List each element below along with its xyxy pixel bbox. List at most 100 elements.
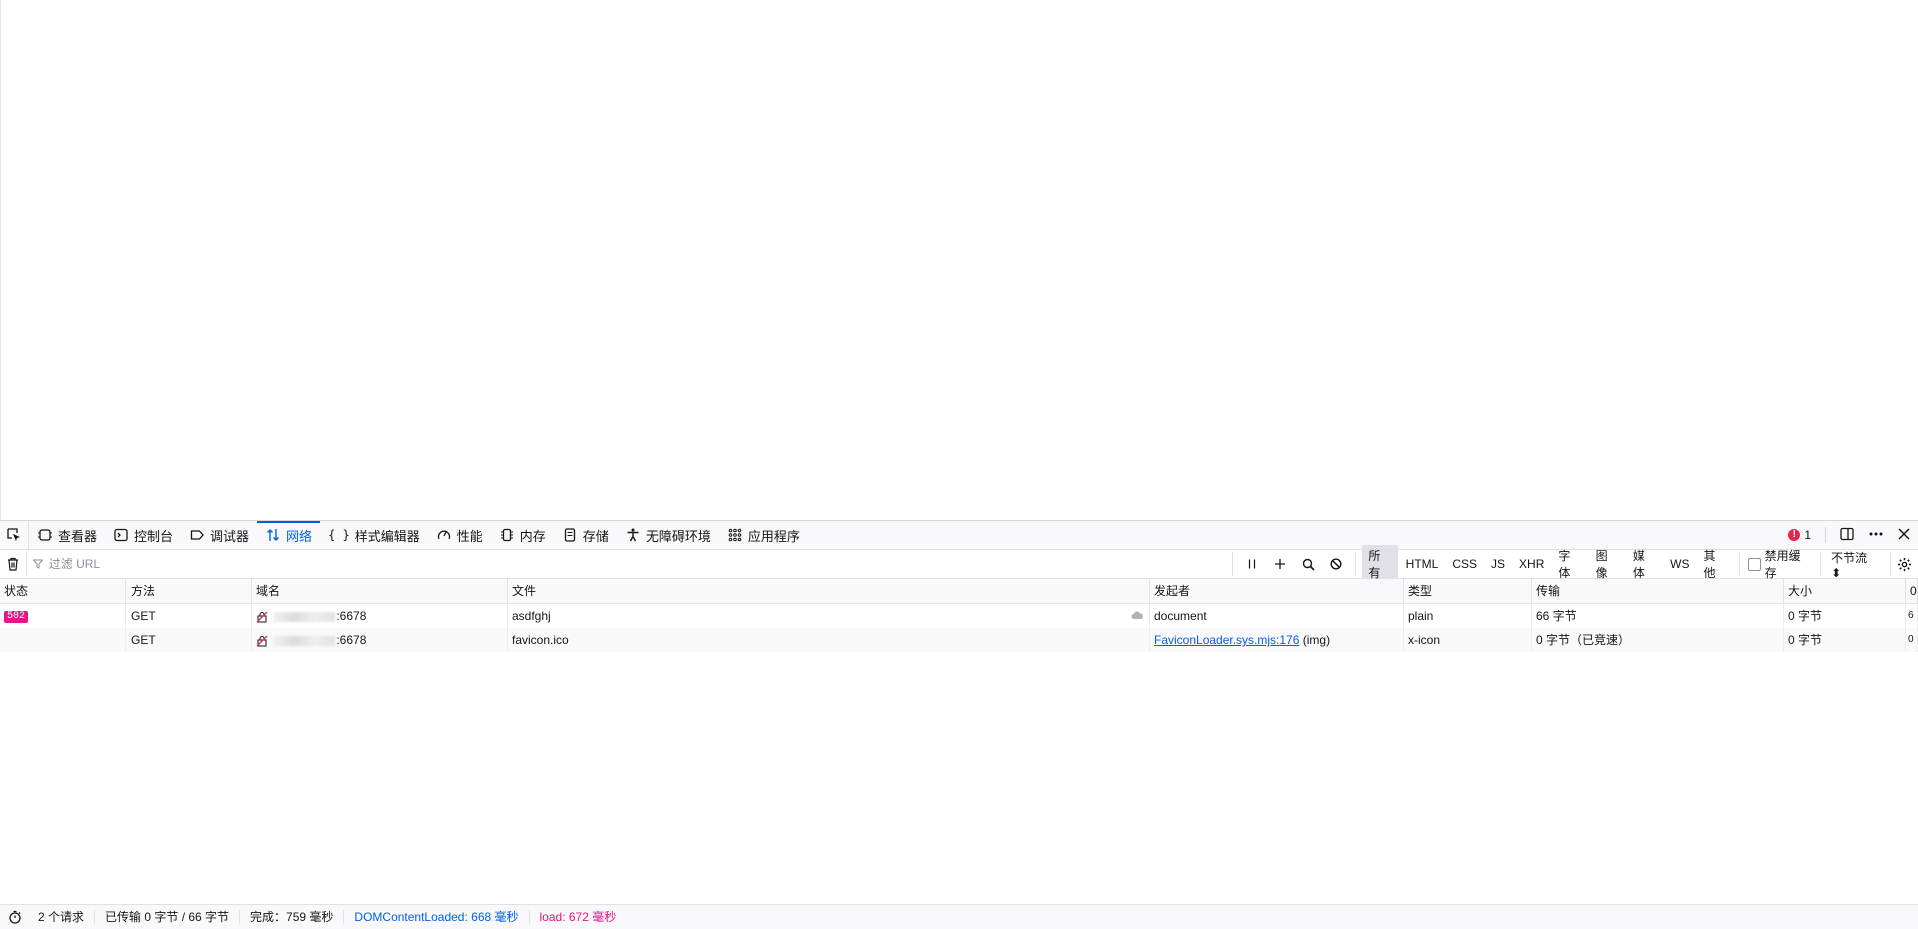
close-icon xyxy=(1898,527,1910,540)
tab-debugger[interactable]: 调试器 xyxy=(181,521,257,549)
initiator-cell: FaviconLoader.sys.mjs:176 (img) xyxy=(1150,628,1404,652)
domain-port: :6678 xyxy=(336,633,367,647)
tab-label: 控制台 xyxy=(134,528,174,544)
block-icon xyxy=(1330,558,1342,570)
tab-label: 样式编辑器 xyxy=(354,528,420,544)
element-picker-icon xyxy=(6,527,22,543)
file-name: asdfghj xyxy=(512,609,551,623)
more-icon xyxy=(1869,532,1883,535)
domcontentloaded-time: DOMContentLoaded: 668 毫秒 xyxy=(344,910,530,924)
request-table: 状态 方法 域名 文件 发起者 类型 传输 大小 0 502 GET :6678… xyxy=(0,579,1918,652)
load-time: load: 672 毫秒 xyxy=(539,910,617,924)
network-icon xyxy=(265,527,281,543)
tab-inspector[interactable]: 查看器 xyxy=(29,521,105,549)
element-picker-button[interactable] xyxy=(0,521,29,549)
page-viewport xyxy=(0,0,1918,520)
tab-label: 网络 xyxy=(286,528,313,544)
domain-cell: :6678 xyxy=(252,628,508,652)
network-actions xyxy=(1233,552,1357,576)
devtools-panel: 查看器 控制台 调试器 网络 { } 样式编辑器 性能 内存 存储 无障碍环境 … xyxy=(0,520,1918,929)
tab-performance[interactable]: 性能 xyxy=(428,521,491,549)
table-row[interactable]: 502 GET :6678 asdfghj document plain 66 … xyxy=(0,604,1918,628)
pause-icon xyxy=(1249,559,1256,569)
status-cell: 502 xyxy=(0,604,126,628)
tab-style-editor[interactable]: { } 样式编辑器 xyxy=(320,521,428,549)
block-button[interactable] xyxy=(1323,552,1349,576)
tab-network[interactable]: 网络 xyxy=(257,521,321,549)
table-row[interactable]: GET :6678 favicon.ico FaviconLoader.sys.… xyxy=(0,628,1918,652)
column-header-status[interactable]: 状态 xyxy=(0,579,126,603)
dock-options-button[interactable] xyxy=(1840,527,1854,544)
initiator-link[interactable]: FaviconLoader.sys.mjs:176 xyxy=(1154,633,1299,647)
disable-cache-checkbox[interactable] xyxy=(1747,557,1761,571)
transferred-cell: 0 字节（已竞速） xyxy=(1532,628,1784,652)
type-cell: x-icon xyxy=(1404,628,1532,652)
type-filter-media[interactable]: 媒体 xyxy=(1627,545,1662,583)
domain-port: :6678 xyxy=(336,609,367,623)
disable-cache-toggle[interactable]: 禁用缓存 xyxy=(1740,549,1822,580)
filter-box xyxy=(25,552,1234,576)
type-filter-all[interactable]: 所有 xyxy=(1362,545,1398,583)
status-badge: 502 xyxy=(4,610,29,623)
tab-label: 性能 xyxy=(456,528,483,544)
trash-icon xyxy=(7,557,18,571)
tabbar-right-controls: ! 1 xyxy=(1788,521,1918,549)
throttling-select[interactable]: 不节流 ⬍ xyxy=(1821,551,1892,580)
type-filter-xhr[interactable]: XHR xyxy=(1513,555,1550,573)
column-header-transferred[interactable]: 传输 xyxy=(1532,579,1784,603)
type-filter-images[interactable]: 图像 xyxy=(1590,545,1625,583)
gear-icon xyxy=(1897,557,1912,571)
pause-button[interactable] xyxy=(1239,552,1265,576)
size-cell: 0 字节 xyxy=(1784,604,1906,628)
tab-console[interactable]: 控制台 xyxy=(105,521,181,549)
tab-label: 查看器 xyxy=(58,528,98,544)
column-header-type[interactable]: 类型 xyxy=(1404,579,1532,603)
type-filter-other[interactable]: 其他 xyxy=(1697,545,1732,583)
type-filter-fonts[interactable]: 字体 xyxy=(1552,545,1587,583)
initiator-cause: (img) xyxy=(1299,633,1331,647)
file-cell: favicon.ico xyxy=(508,628,1150,652)
inspector-icon xyxy=(37,527,53,543)
tab-label: 调试器 xyxy=(210,528,250,544)
network-statusbar: 2 个请求 已传输 0 字节 / 66 字节 完成：759 毫秒 DOMCont… xyxy=(0,904,1918,929)
column-header-waterfall[interactable]: 0 xyxy=(1906,579,1918,603)
waterfall-cell: 6 xyxy=(1906,604,1918,628)
type-cell: plain xyxy=(1404,604,1532,628)
disable-cache-label: 禁用缓存 xyxy=(1764,549,1801,580)
search-button[interactable] xyxy=(1295,552,1321,576)
table-header: 状态 方法 域名 文件 发起者 类型 传输 大小 0 xyxy=(0,579,1918,604)
more-options-button[interactable] xyxy=(1868,527,1884,544)
performance-analysis-button[interactable] xyxy=(0,910,28,924)
type-filter-html[interactable]: HTML xyxy=(1400,555,1445,573)
clear-button[interactable] xyxy=(0,552,26,576)
type-filter-js[interactable]: JS xyxy=(1485,555,1511,573)
column-header-method[interactable]: 方法 xyxy=(126,579,252,603)
error-icon: ! xyxy=(1788,529,1801,541)
tab-label: 应用程序 xyxy=(747,528,800,544)
tab-accessibility[interactable]: 无障碍环境 xyxy=(617,521,719,549)
transferred-cell: 66 字节 xyxy=(1532,604,1784,628)
tab-memory[interactable]: 内存 xyxy=(491,521,554,549)
performance-icon xyxy=(436,527,452,543)
type-filter-ws[interactable]: WS xyxy=(1664,555,1695,573)
initiator-cell: document xyxy=(1150,604,1404,628)
type-filter-css[interactable]: CSS xyxy=(1446,555,1483,573)
style-editor-icon: { } xyxy=(328,528,350,542)
cloud-icon xyxy=(1131,611,1143,619)
column-header-initiator[interactable]: 发起者 xyxy=(1150,579,1404,603)
close-devtools-button[interactable] xyxy=(1898,527,1910,543)
error-count-button[interactable]: ! 1 xyxy=(1788,528,1811,542)
storage-icon xyxy=(562,527,578,543)
size-cell: 0 字节 xyxy=(1784,628,1906,652)
network-settings-button[interactable] xyxy=(1891,557,1918,572)
column-header-size[interactable]: 大小 xyxy=(1784,579,1906,603)
filter-icon xyxy=(32,559,43,569)
network-toolbar: 所有 HTML CSS JS XHR 字体 图像 媒体 WS 其他 禁用缓存 不… xyxy=(0,545,1918,583)
tab-storage[interactable]: 存储 xyxy=(554,521,617,549)
tab-application[interactable]: 应用程序 xyxy=(719,521,808,549)
filter-url-input[interactable] xyxy=(46,556,951,572)
tab-label: 无障碍环境 xyxy=(645,528,711,544)
column-header-file[interactable]: 文件 xyxy=(508,579,1150,603)
add-filter-button[interactable] xyxy=(1267,552,1293,576)
column-header-domain[interactable]: 域名 xyxy=(252,579,508,603)
